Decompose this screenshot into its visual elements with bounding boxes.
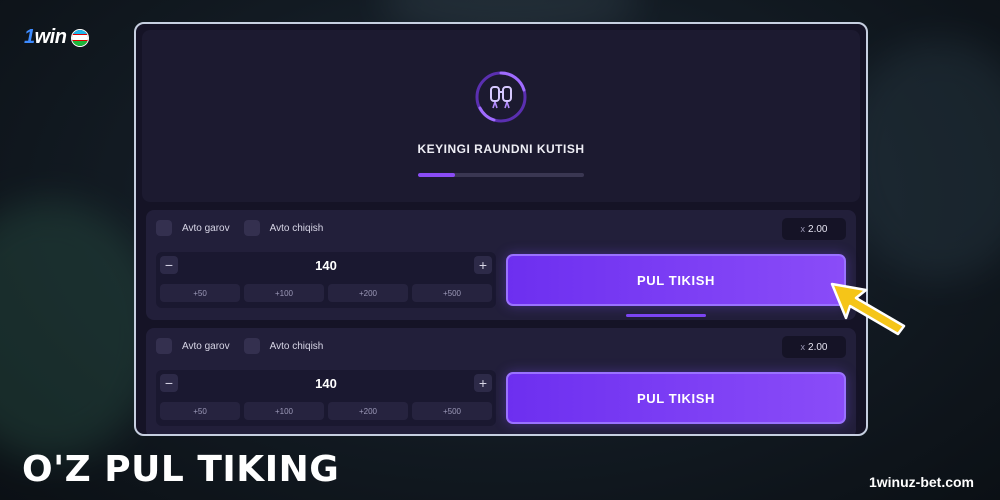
auto-bet-label: Avto garov (182, 340, 230, 352)
round-status-card: KEYINGI RAUNDNI KUTISH (142, 30, 860, 202)
auto-cashout-toggle[interactable] (243, 338, 260, 354)
bet-card-2: Avto garov Avto chiqish x 2.00 − 140 + +… (146, 328, 856, 434)
logo-text: 1win (24, 26, 67, 48)
bet-amount-value[interactable]: 140 (156, 258, 496, 273)
bet-amount-box: − 140 + +50 +100 +200 +500 (156, 370, 496, 426)
auto-bet-label: Avto garov (182, 222, 230, 234)
bet-amount-value[interactable]: 140 (156, 376, 496, 391)
multiplier-value: 2.00 (808, 341, 828, 353)
plus-icon[interactable]: + (474, 256, 492, 274)
quick-amount-200[interactable]: +200 (328, 284, 408, 302)
plus-icon[interactable]: + (474, 374, 492, 392)
quick-amount-100[interactable]: +100 (244, 284, 324, 302)
quick-amount-500[interactable]: +500 (412, 284, 492, 302)
round-progress-bar (418, 173, 584, 177)
auto-options: Avto garov Avto chiqish (156, 338, 327, 354)
auto-cashout-label: Avto chiqish (269, 340, 324, 352)
bet-card-1: Avto garov Avto chiqish x 2.00 − 140 + +… (146, 210, 856, 320)
auto-bet-toggle[interactable] (156, 338, 172, 354)
auto-cashout-toggle[interactable] (243, 220, 260, 236)
multiplier-prefix: x (800, 224, 806, 234)
quick-amount-500[interactable]: +500 (412, 402, 492, 420)
brand-logo: 1win (24, 26, 90, 49)
amount-stepper: − 140 + (156, 374, 496, 396)
game-panel: KEYINGI RAUNDNI KUTISH Avto garov Avto c… (134, 22, 868, 436)
jetpack-icon (475, 71, 527, 123)
multiplier-value: 2.00 (808, 223, 828, 235)
quick-amount-200[interactable]: +200 (328, 402, 408, 420)
caption-site: 1winuz-bet.com (868, 474, 974, 490)
quick-amounts: +50 +100 +200 +500 (160, 284, 492, 302)
quick-amount-50[interactable]: +50 (160, 402, 240, 420)
auto-options: Avto garov Avto chiqish (156, 220, 327, 236)
auto-cashout-label: Avto chiqish (269, 222, 324, 234)
bet-amount-box: − 140 + +50 +100 +200 +500 (156, 252, 496, 308)
multiplier-field[interactable]: x 2.00 (782, 336, 846, 358)
quick-amount-50[interactable]: +50 (160, 284, 240, 302)
place-bet-button[interactable]: PUL TIKISH (506, 372, 846, 424)
quick-amounts: +50 +100 +200 +500 (160, 402, 492, 420)
round-progress-fill (418, 173, 455, 177)
multiplier-field[interactable]: x 2.00 (782, 218, 846, 240)
pointer-arrow-icon (830, 282, 906, 336)
place-bet-button[interactable]: PUL TIKISH (506, 254, 846, 306)
uzbekistan-flag-icon (71, 28, 90, 47)
multiplier-prefix: x (800, 342, 806, 352)
round-status-text: KEYINGI RAUNDNI KUTISH (417, 142, 585, 156)
quick-amount-100[interactable]: +100 (244, 402, 324, 420)
bet-card-separator (626, 314, 706, 317)
amount-stepper: − 140 + (156, 256, 496, 278)
auto-bet-toggle[interactable] (156, 220, 172, 236)
caption-headline: O'Z PUL TIKING (22, 449, 340, 490)
